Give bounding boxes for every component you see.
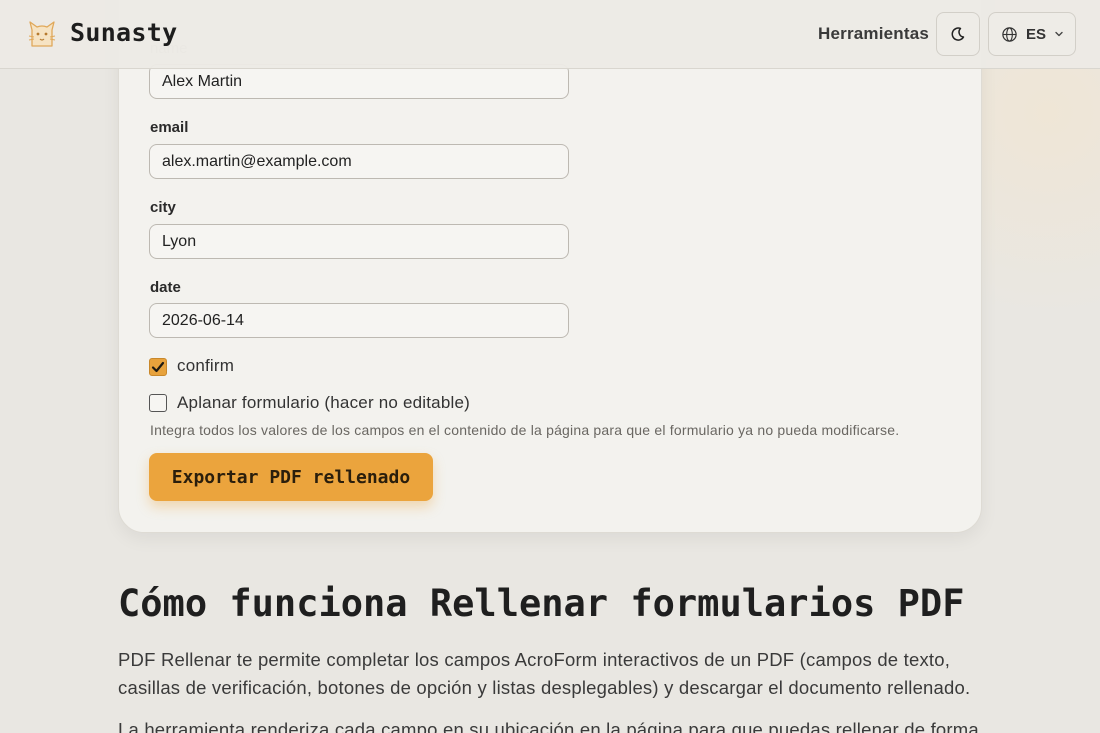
language-code: ES (1026, 25, 1047, 43)
city-label: city (150, 199, 176, 216)
section-title: Cómo funciona Rellenar formularios PDF (118, 582, 965, 625)
nav-tools-link[interactable]: Herramientas (818, 24, 929, 44)
rendering-paragraph: La herramienta renderiza cada campo en s… (118, 719, 979, 733)
chevron-down-icon (1055, 31, 1063, 37)
email-field[interactable] (149, 144, 569, 179)
cat-logo-icon[interactable] (26, 18, 58, 50)
email-label: email (150, 119, 189, 136)
flatten-label: Aplanar formulario (hacer no editable) (177, 393, 470, 412)
intro-paragraph: PDF Rellenar te permite completar los ca… (118, 649, 971, 698)
checkmark-icon (151, 361, 165, 373)
confirm-checkbox[interactable] (149, 358, 167, 376)
export-pdf-button[interactable]: Exportar PDF rellenado (149, 453, 433, 501)
globe-icon (1002, 26, 1017, 42)
moon-icon (951, 27, 965, 41)
language-selector[interactable]: ES (988, 12, 1076, 56)
flatten-checkbox[interactable] (149, 394, 167, 412)
date-field[interactable] (149, 303, 569, 338)
top-navbar: Sunasty Herramientas ES (0, 0, 1100, 69)
name-field[interactable] (149, 64, 569, 99)
flatten-hint: Integra todos los valores de los campos … (150, 422, 900, 438)
theme-toggle-button[interactable] (936, 12, 980, 56)
brand-name[interactable]: Sunasty (70, 18, 177, 47)
confirm-label: confirm (177, 356, 235, 375)
date-label: date (150, 279, 181, 296)
city-field[interactable] (149, 224, 569, 259)
